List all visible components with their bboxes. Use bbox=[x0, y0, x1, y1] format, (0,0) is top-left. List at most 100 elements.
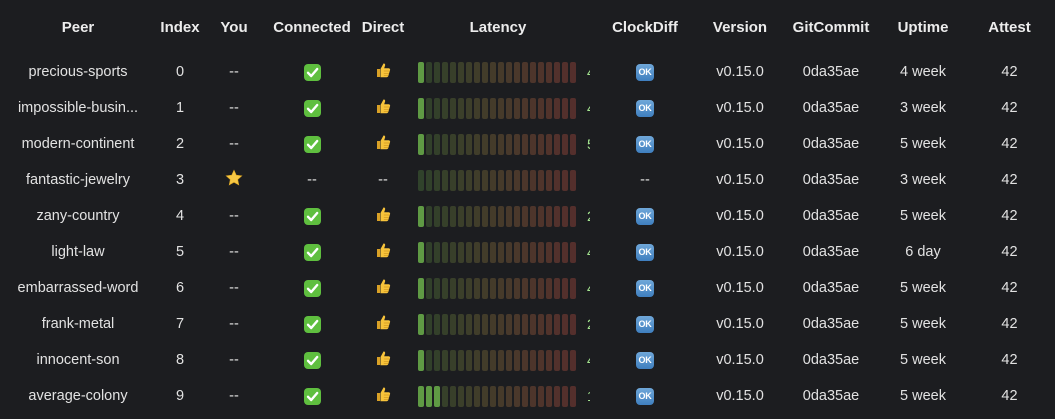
you-cell: -- bbox=[229, 136, 239, 152]
table-row[interactable]: frank-metal 7 -- 24 ms OK v0.15.0 0da35ae 5 wee… bbox=[0, 306, 1055, 342]
thumbs-up-icon bbox=[374, 349, 392, 371]
latency-bar bbox=[570, 241, 576, 263]
gitcommit-cell: 0da35ae bbox=[802, 388, 860, 404]
uptime-cell: 3 week bbox=[900, 172, 946, 188]
latency-bars bbox=[418, 97, 576, 119]
latency-bar bbox=[482, 61, 488, 83]
peer-index: 8 bbox=[175, 352, 185, 368]
latency-bar bbox=[458, 97, 464, 119]
latency-bar bbox=[554, 385, 560, 407]
clockdiff-cell: OK bbox=[590, 198, 700, 234]
column-header-clockdiff[interactable]: ClockDiff bbox=[590, 0, 700, 54]
latency-meter: 48 ms bbox=[406, 270, 590, 306]
latency-bar bbox=[498, 133, 504, 155]
latency-bar bbox=[418, 349, 424, 371]
latency-bar bbox=[466, 241, 472, 263]
latency-bar bbox=[506, 349, 512, 371]
latency-bar bbox=[538, 241, 544, 263]
latency-bar bbox=[418, 241, 424, 263]
thumbs-up-icon bbox=[374, 277, 392, 299]
latency-bar bbox=[434, 205, 440, 227]
table-row[interactable]: average-colony 9 -- 150 ms OK v0.15.0 0da35ae 5… bbox=[0, 378, 1055, 414]
latency-bar bbox=[490, 385, 496, 407]
latency-bar bbox=[562, 277, 568, 299]
direct-cell bbox=[360, 90, 406, 126]
latency-bar bbox=[442, 385, 448, 407]
table-row[interactable]: fantastic-jewelry 3 -- -- -- v0.15.0 0da35ae 3 … bbox=[0, 162, 1055, 198]
latency-bar bbox=[562, 313, 568, 335]
peer-name: average-colony bbox=[28, 388, 128, 404]
latency-bar bbox=[466, 133, 472, 155]
latency-bar bbox=[554, 61, 560, 83]
latency-bar bbox=[474, 313, 480, 335]
latency-bar bbox=[450, 241, 456, 263]
column-header-gitcommit[interactable]: GitCommit bbox=[780, 0, 882, 54]
latency-bar bbox=[546, 61, 552, 83]
latency-bar bbox=[490, 313, 496, 335]
you-cell: -- bbox=[229, 64, 239, 80]
thumbs-up-icon bbox=[374, 205, 392, 227]
latency-bar bbox=[506, 313, 512, 335]
column-header-peer[interactable]: Peer bbox=[0, 0, 156, 54]
peer-index: 0 bbox=[175, 64, 185, 80]
latency-cell: 48 ms bbox=[406, 54, 590, 90]
latency-bar bbox=[546, 385, 552, 407]
table-row[interactable]: light-law 5 -- 47 ms OK v0.15.0 0da35ae 6 day 42 bbox=[0, 234, 1055, 270]
latency-bar bbox=[506, 169, 512, 191]
connected-cell bbox=[264, 270, 360, 306]
column-header-index[interactable]: Index bbox=[156, 0, 204, 54]
latency-bar bbox=[530, 205, 536, 227]
table-row[interactable]: innocent-son 8 -- 48 ms OK v0.15.0 0da35ae 5 we… bbox=[0, 342, 1055, 378]
column-header-direct[interactable]: Direct bbox=[360, 0, 406, 54]
version-cell: v0.15.0 bbox=[716, 388, 764, 404]
latency-bar bbox=[530, 241, 536, 263]
latency-bar bbox=[450, 385, 456, 407]
latency-value: 50 ms bbox=[587, 136, 590, 152]
column-header-version[interactable]: Version bbox=[700, 0, 780, 54]
latency-bar bbox=[570, 385, 576, 407]
table-row[interactable]: precious-sports 0 -- 48 ms OK v0.15.0 0da35ae 4… bbox=[0, 54, 1055, 90]
ok-button-icon: OK bbox=[636, 63, 654, 81]
latency-bar bbox=[546, 205, 552, 227]
column-header-uptime[interactable]: Uptime bbox=[882, 0, 964, 54]
check-mark-button-icon bbox=[303, 63, 321, 81]
latency-bar bbox=[530, 169, 536, 191]
table-row[interactable]: modern-continent 2 -- 50 ms OK v0.15.0 0da35ae… bbox=[0, 126, 1055, 162]
latency-bar bbox=[490, 277, 496, 299]
latency-bar bbox=[434, 349, 440, 371]
latency-bar bbox=[474, 169, 480, 191]
latency-bar bbox=[482, 205, 488, 227]
table-row[interactable]: impossible-busin... 1 -- 48 ms OK v0.15.0 0da3… bbox=[0, 90, 1055, 126]
latency-bar bbox=[474, 97, 480, 119]
peer-name: innocent-son bbox=[36, 352, 120, 368]
latency-bar bbox=[490, 97, 496, 119]
thumbs-up-icon bbox=[374, 313, 392, 335]
star-icon bbox=[225, 169, 243, 191]
latency-bar bbox=[514, 313, 520, 335]
latency-cell: 50 ms bbox=[406, 126, 590, 162]
column-header-you[interactable]: You bbox=[204, 0, 264, 54]
table-row[interactable]: zany-country 4 -- 24 ms OK v0.15.0 0da35ae 5 we… bbox=[0, 198, 1055, 234]
peers-table: Peer Index You Connected Direct Latency … bbox=[0, 0, 1055, 414]
table-row[interactable]: embarrassed-word 6 -- 48 ms OK v0.15.0 0da35ae… bbox=[0, 270, 1055, 306]
latency-bar bbox=[482, 133, 488, 155]
latency-bar bbox=[426, 313, 432, 335]
direct-cell bbox=[360, 342, 406, 378]
ok-button-icon: OK bbox=[636, 207, 654, 225]
latency-bar bbox=[442, 349, 448, 371]
clockdiff-cell: OK bbox=[590, 90, 700, 126]
direct-cell bbox=[360, 270, 406, 306]
latency-cell: 150 ms bbox=[406, 378, 590, 414]
ok-button-icon: OK bbox=[636, 351, 654, 369]
connected-cell bbox=[264, 378, 360, 414]
peer-index: 9 bbox=[175, 388, 185, 404]
column-header-latency[interactable]: Latency bbox=[406, 0, 590, 54]
latency-bar bbox=[418, 313, 424, 335]
column-header-connected[interactable]: Connected bbox=[264, 0, 360, 54]
uptime-cell: 5 week bbox=[900, 352, 946, 368]
latency-bar bbox=[482, 313, 488, 335]
latency-value: 48 ms bbox=[587, 100, 590, 116]
latency-bar bbox=[466, 205, 472, 227]
latency-bar bbox=[554, 313, 560, 335]
column-header-attest[interactable]: Attest bbox=[964, 0, 1055, 54]
